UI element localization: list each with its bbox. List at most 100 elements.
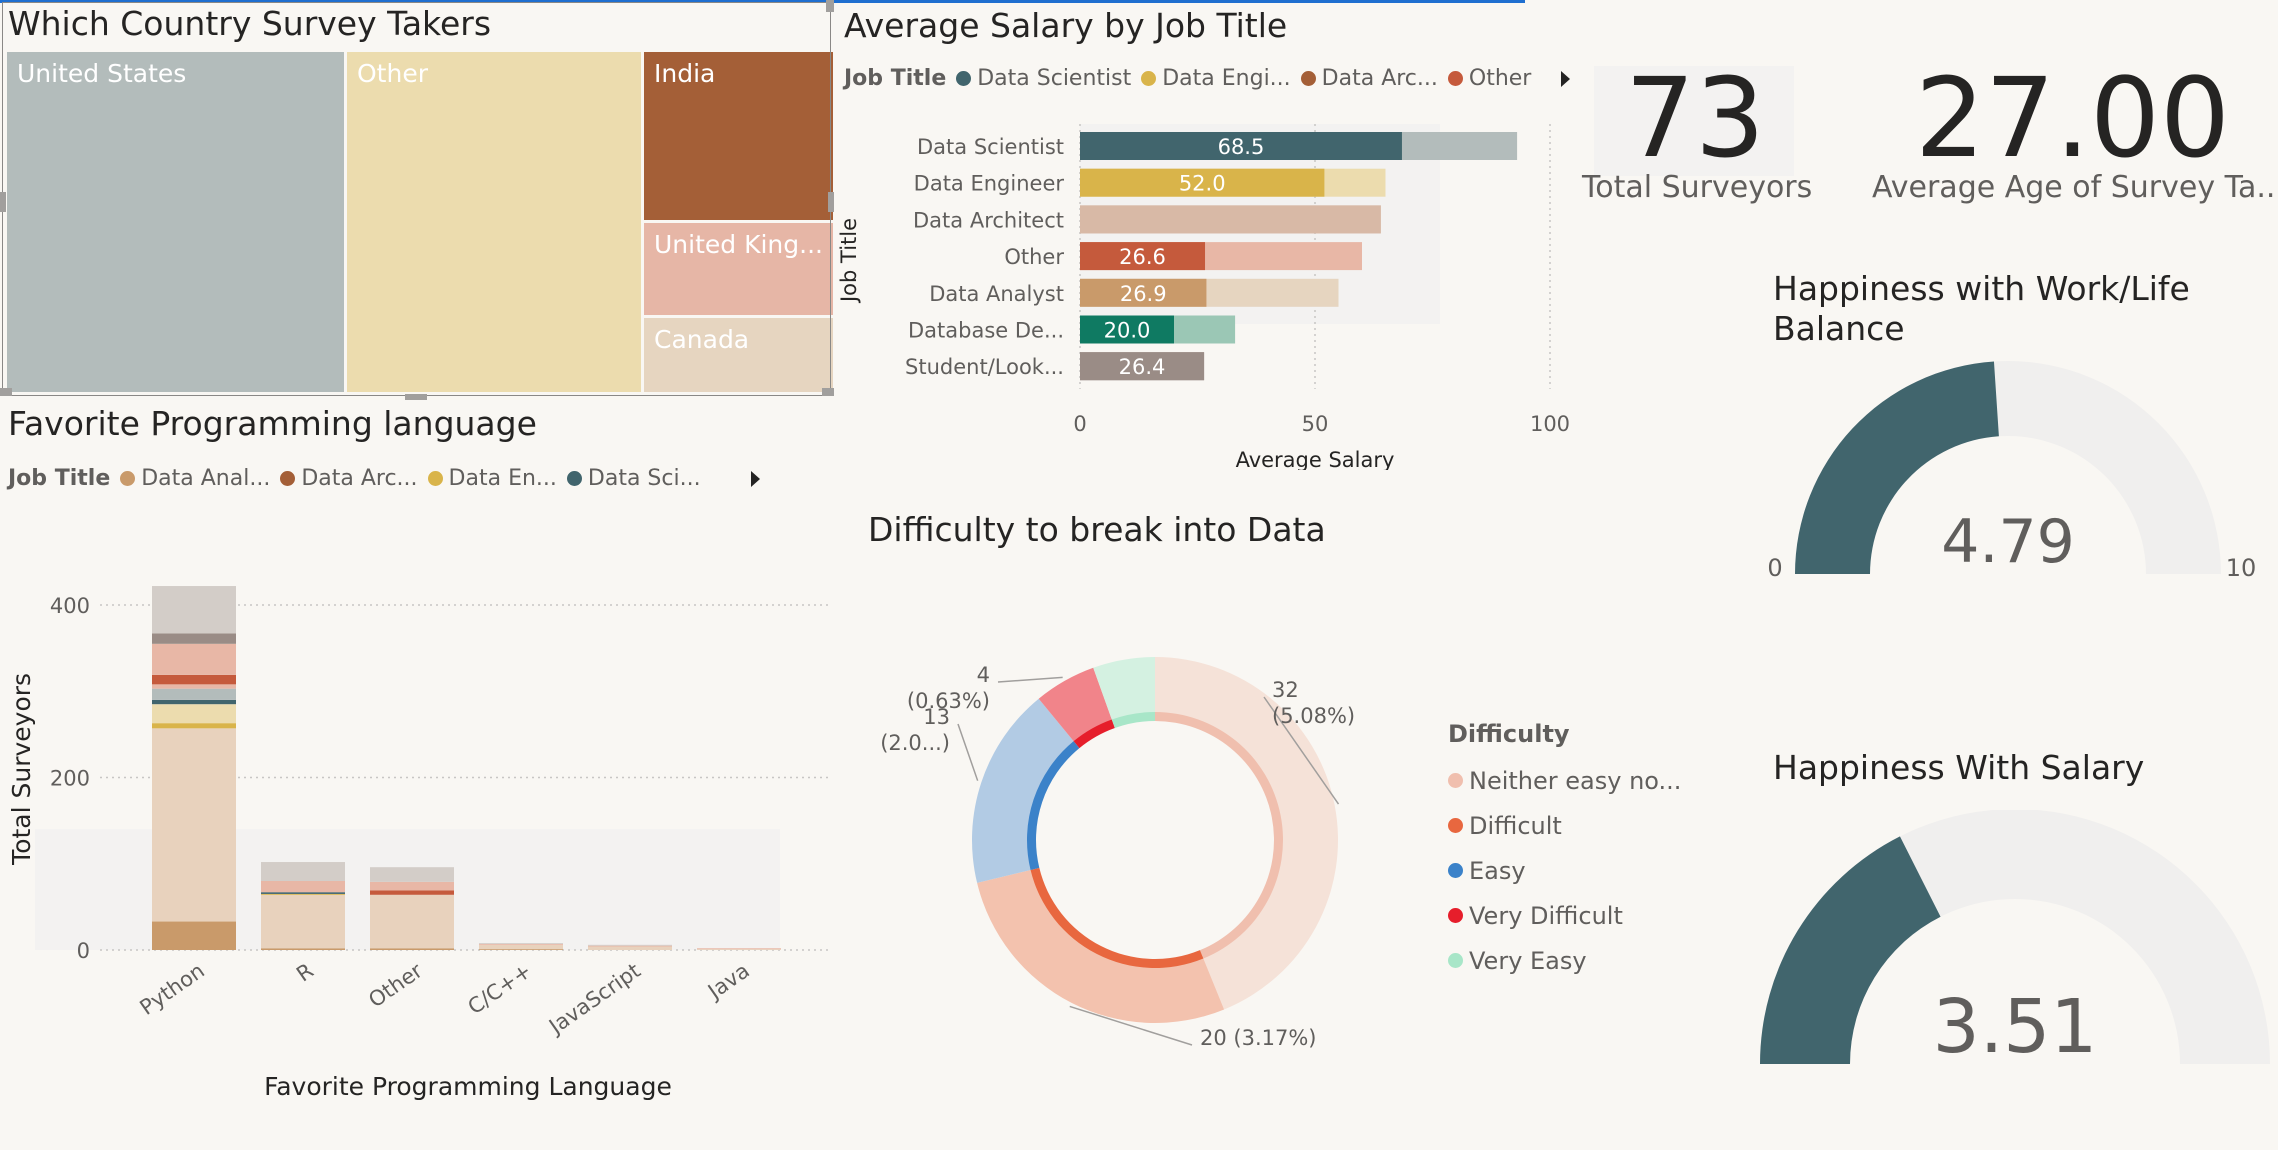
x-tick-label: 50: [1302, 412, 1329, 436]
donut-data-label: 4: [977, 663, 990, 687]
legend-marker-icon: [1448, 818, 1463, 833]
stacked-bar-segment: [152, 674, 236, 685]
resize-handle-bottom-left[interactable]: [0, 388, 12, 396]
legend-marker-icon: [427, 471, 443, 486]
bar-data-label: 26.4: [1119, 355, 1166, 379]
x-axis-title: Favorite Programming Language: [264, 1072, 672, 1101]
x-tick-label: Python: [135, 958, 208, 1019]
language-legend-title: Job Title: [8, 466, 111, 491]
difficulty-donut-svg: 32(5.08%)20 (3.17%)13(2.0...)4(0.63%): [880, 657, 1355, 1050]
difficulty-legend-item[interactable]: Difficult: [1448, 803, 1681, 848]
visual-selection-frame: [2, 2, 831, 396]
legend-marker-icon: [1448, 773, 1463, 788]
y-tick-label: Data Scientist: [917, 135, 1064, 159]
y-tick-label: Other: [1004, 245, 1064, 269]
donut-data-label: 32: [1272, 678, 1299, 702]
legend-marker-icon: [280, 471, 296, 486]
salary-legend-item[interactable]: Data Scientist: [956, 66, 1131, 91]
y-axis-title: Job Title: [838, 218, 861, 304]
country-treemap-visual[interactable]: Which Country Survey Takers United State…: [0, 0, 835, 400]
gauge-fill: [1760, 836, 1941, 1064]
legend-label: Data Arc...: [301, 466, 418, 491]
stacked-bar-segment: [261, 862, 345, 881]
resize-handle-right-mid[interactable]: [828, 192, 834, 212]
language-chart-svg: 0 200 400 Python R Other C/C++ JavaScript Java Fa…: [7, 586, 830, 1101]
difficulty-legend-title: Difficulty: [1448, 720, 1570, 748]
y-axis-title: Total Surveyors: [7, 673, 36, 866]
x-tick-label: Other: [364, 958, 427, 1012]
difficulty-legend-item[interactable]: Easy: [1448, 848, 1681, 893]
difficulty-legend-item[interactable]: Very Easy: [1448, 938, 1681, 983]
y-tick-label: 200: [50, 767, 90, 791]
legend-label: Difficult: [1469, 811, 1562, 840]
gauge-salary-visual[interactable]: Happiness With Salary 3.51010: [1760, 740, 2270, 1100]
difficulty-legend-item[interactable]: Neither easy no...: [1448, 758, 1681, 803]
kpi-total-surveyors-value: 73: [1625, 54, 1765, 182]
bar-data-label: 26.9: [1120, 282, 1167, 306]
resize-handle-top-right[interactable]: [826, 0, 834, 12]
stacked-bar-segment: [261, 894, 345, 949]
stacked-bar-segment: [588, 946, 672, 950]
stacked-bar-segment: [479, 943, 563, 945]
gauge-worklife-svg: 4.79 0 10: [1767, 361, 2257, 582]
kpi-average-age-label: Average Age of Survey Ta...: [1872, 170, 2278, 205]
language-chart-visual[interactable]: Favorite Programming language Job Title …: [0, 400, 840, 1140]
legend-next-arrow-icon[interactable]: [750, 470, 760, 487]
legend-label: Very Easy: [1469, 946, 1587, 975]
legend-marker-icon: [1300, 71, 1316, 86]
stacked-bar-segment: [152, 921, 236, 950]
gauge-value: 3.51: [1933, 984, 2098, 1070]
bar: [1080, 205, 1381, 234]
legend-label: Data Scientist: [977, 66, 1132, 91]
language-legend-item[interactable]: Data Arc...: [280, 466, 418, 491]
salary-chart-title: Average Salary by Job Title: [844, 6, 1288, 45]
legend-marker-icon: [566, 471, 582, 486]
donut-data-label: 20 (3.17%): [1200, 1026, 1317, 1050]
difficulty-legend-item[interactable]: Very Difficult: [1448, 893, 1681, 938]
salary-legend-item[interactable]: Data Engi...: [1141, 66, 1291, 91]
gauge-min-label: 0: [1767, 554, 1782, 582]
stacked-bar-segment: [152, 633, 236, 644]
difficulty-legend: Difficulty Neither easy no... Difficult …: [1448, 720, 1681, 983]
language-legend-item[interactable]: Data En...: [427, 466, 557, 491]
stacked-bar-segment: [588, 945, 672, 947]
y-tick-label: Student/Look...: [905, 355, 1064, 379]
bar-data-label: 52.0: [1179, 172, 1226, 196]
kpi-total-surveyors[interactable]: 73 Total Surveyors: [1580, 52, 1812, 222]
x-tick-label: 0: [1073, 412, 1086, 436]
salary-chart-visual[interactable]: Average Salary by Job Title Job Title Da…: [838, 0, 1578, 470]
language-legend-item[interactable]: Data Anal...: [120, 466, 270, 491]
resize-handle-left-mid[interactable]: [0, 192, 6, 212]
salary-legend-item[interactable]: Data Arc...: [1300, 66, 1438, 91]
stacked-bar-segment: [479, 944, 563, 950]
bar-data-label: 26.6: [1119, 245, 1166, 269]
stacked-bar-segment: [261, 948, 345, 950]
resize-handle-bottom-right[interactable]: [822, 388, 834, 396]
legend-marker-icon: [1448, 863, 1463, 878]
stacked-bar-segment: [370, 867, 454, 882]
legend-label: Data Sci...: [587, 466, 701, 491]
bar-data-label: 20.0: [1104, 319, 1151, 343]
donut-data-label: (5.08%): [1272, 704, 1355, 728]
salary-legend-title: Job Title: [844, 66, 947, 91]
donut-data-label: (0.63%): [907, 689, 990, 713]
gauge-max-label: 10: [2226, 554, 2257, 582]
legend-label: Other: [1468, 66, 1532, 91]
salary-legend-item[interactable]: Other: [1447, 66, 1532, 91]
legend-next-arrow-icon[interactable]: [1561, 70, 1571, 87]
language-legend-item[interactable]: Data Sci...: [566, 466, 701, 491]
kpi-average-age[interactable]: 27.00 Average Age of Survey Ta...: [1870, 52, 2278, 222]
language-legend: Job Title Data Anal... Data Arc... Data …: [8, 466, 760, 491]
gauge-salary-svg: 3.51010: [1760, 810, 2270, 1070]
x-tick-label: JavaScript: [543, 958, 645, 1039]
gauge-worklife-visual[interactable]: Happiness with Work/Life Balance 4.79 0 10: [1760, 265, 2270, 600]
y-tick-label: Database De...: [908, 319, 1064, 343]
stacked-bar-segment: [370, 881, 454, 891]
stacked-bar-segment: [261, 893, 345, 895]
difficulty-chart-visual[interactable]: Difficulty to break into Data 32 (5.08%) 2…: [860, 500, 1700, 1100]
gauge-worklife-title: Happiness with Work/Life Balance: [1773, 269, 2190, 349]
stacked-bar-segment: [697, 949, 781, 950]
stacked-bar-segment: [588, 944, 672, 946]
legend-marker-icon: [1448, 953, 1463, 968]
legend-label: Data Anal...: [141, 466, 271, 491]
